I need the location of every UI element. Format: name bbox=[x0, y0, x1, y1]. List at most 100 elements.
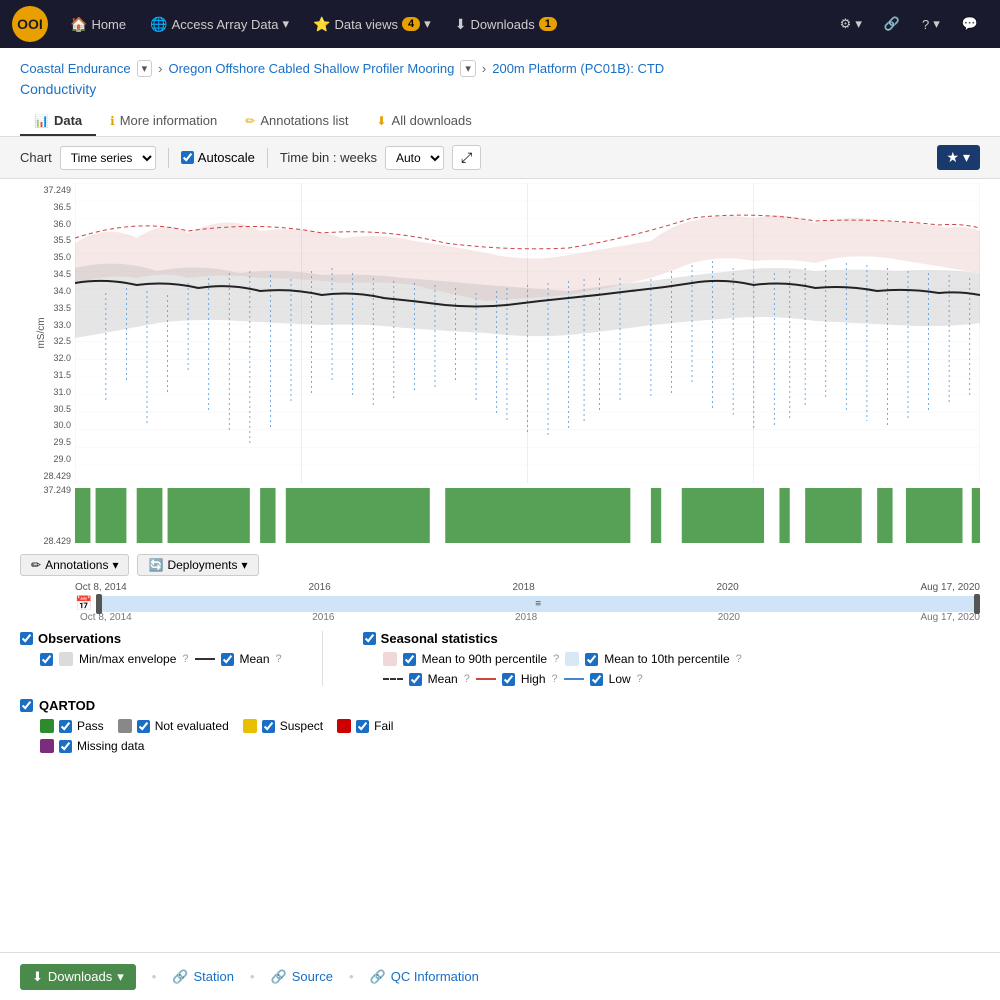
y-val-5: 35.0 bbox=[53, 252, 71, 262]
chart-type-select[interactable]: Time series bbox=[60, 146, 156, 170]
brand-text: OOI bbox=[17, 16, 43, 32]
data-tab-icon: 📊 bbox=[34, 114, 49, 128]
mean90-checkbox[interactable] bbox=[403, 653, 416, 666]
breadcrumb-coastal[interactable]: Coastal Endurance bbox=[20, 61, 131, 76]
breadcrumb-sep-1: › bbox=[158, 61, 162, 76]
fail-checkbox[interactable] bbox=[356, 720, 369, 733]
mean10-help[interactable]: ? bbox=[736, 653, 742, 665]
nav-settings[interactable]: ⚙▾ bbox=[830, 10, 872, 38]
tab-moreinfo-label: More information bbox=[120, 113, 218, 128]
tab-data[interactable]: 📊 Data bbox=[20, 107, 96, 136]
mean-obs-help[interactable]: ? bbox=[276, 653, 282, 665]
qc-link[interactable]: 🔗 QC Information bbox=[370, 969, 479, 985]
minmax-help[interactable]: ? bbox=[182, 653, 188, 665]
qartod-not-evaluated: Not evaluated bbox=[118, 719, 229, 733]
breadcrumb-mooring[interactable]: Oregon Offshore Cabled Shallow Profiler … bbox=[168, 61, 454, 76]
nav-data-views[interactable]: ⭐ Data views 4 ▾ bbox=[303, 10, 441, 39]
expand-button[interactable]: ⤢ bbox=[452, 145, 481, 170]
autoscale-checkbox[interactable] bbox=[181, 151, 194, 164]
tab-data-label: Data bbox=[54, 113, 82, 128]
ctrl-separator-2 bbox=[267, 148, 268, 168]
low-checkbox[interactable] bbox=[590, 673, 603, 686]
nav-help[interactable]: ?▾ bbox=[912, 10, 950, 38]
footer: ⬇ Downloads ▾ • 🔗 Station • 🔗 Source • 🔗… bbox=[0, 952, 1000, 1000]
annotations-button[interactable]: ✏ Annotations ▾ bbox=[20, 554, 129, 576]
downloads-button[interactable]: ⬇ Downloads ▾ bbox=[20, 964, 136, 990]
deployments-button[interactable]: 🔄 Deployments ▾ bbox=[137, 554, 258, 576]
observations-checkbox[interactable] bbox=[20, 632, 33, 645]
annot-btn-arrow: ▾ bbox=[112, 558, 118, 572]
brand-logo[interactable]: OOI bbox=[12, 6, 48, 42]
seasonal-section-title: Seasonal statistics bbox=[363, 631, 742, 646]
mooring-dropdown[interactable]: ▾ bbox=[460, 60, 476, 77]
deploy-btn-arrow: ▾ bbox=[241, 558, 247, 572]
slider-handle-right[interactable] bbox=[974, 594, 980, 614]
dl-tab-icon: ⬇ bbox=[376, 114, 386, 128]
tab-all-downloads[interactable]: ⬇ All downloads bbox=[362, 107, 485, 136]
nav-home[interactable]: 🏠 Home bbox=[60, 10, 136, 39]
mean-seas-help[interactable]: ? bbox=[464, 673, 470, 685]
qartod-suspect: Suspect bbox=[243, 719, 323, 733]
main-chart-container: 37.249 36.5 36.0 35.5 35.0 34.5 34.0 33.… bbox=[0, 183, 1000, 483]
high-help[interactable]: ? bbox=[552, 673, 558, 685]
obs-title-label: Observations bbox=[38, 631, 121, 646]
breadcrumb-sep-2: › bbox=[482, 61, 486, 76]
tab-annotations[interactable]: ✏ Annotations list bbox=[231, 107, 362, 136]
tab-more-info[interactable]: ℹ More information bbox=[96, 107, 231, 136]
y-val-top: 37.249 bbox=[43, 185, 71, 195]
pass-checkbox[interactable] bbox=[59, 720, 72, 733]
mean90-help[interactable]: ? bbox=[553, 653, 559, 665]
time-slider-area: 📅 ≡ bbox=[20, 595, 980, 612]
coastal-dropdown[interactable]: ▾ bbox=[137, 60, 153, 77]
qartod-section: QARTOD Pass Not evaluated Suspect Fail M… bbox=[0, 694, 1000, 761]
legend-area: Observations Min/max envelope ? Mean ? S… bbox=[0, 623, 1000, 694]
qartod-checkbox[interactable] bbox=[20, 699, 33, 712]
timebin-select[interactable]: Auto bbox=[385, 146, 444, 170]
nav-chat[interactable]: 💬 bbox=[952, 10, 988, 38]
y-val-3: 36.0 bbox=[53, 219, 71, 229]
time-bottom-2018: 2018 bbox=[515, 612, 537, 623]
minmax-swatch bbox=[59, 652, 73, 666]
dataviews-dropdown-icon: ▾ bbox=[424, 16, 431, 32]
mean10-checkbox[interactable] bbox=[585, 653, 598, 666]
nav-downloads[interactable]: ⬇ Downloads 1 bbox=[445, 10, 567, 39]
slider-middle-icon[interactable]: ≡ bbox=[96, 598, 980, 609]
station-link[interactable]: 🔗 Station bbox=[172, 969, 234, 985]
mean-obs-checkbox[interactable] bbox=[221, 653, 234, 666]
nav-access-array-data[interactable]: 🌐 Access Array Data ▾ bbox=[140, 10, 299, 39]
y-val-11: 32.0 bbox=[53, 353, 71, 363]
settings-icon: ⚙ bbox=[840, 16, 852, 32]
mean-seas-checkbox[interactable] bbox=[409, 673, 422, 686]
missing-checkbox[interactable] bbox=[59, 740, 72, 753]
source-link[interactable]: 🔗 Source bbox=[271, 969, 333, 985]
suspect-checkbox[interactable] bbox=[262, 720, 275, 733]
time-slider[interactable]: ≡ bbox=[96, 596, 980, 612]
time-2018-label: 2018 bbox=[512, 582, 534, 593]
low-help[interactable]: ? bbox=[637, 673, 643, 685]
calendar-icon[interactable]: 📅 bbox=[75, 595, 92, 612]
mean10-swatch bbox=[565, 652, 579, 666]
mean90-label: Mean to 90th percentile bbox=[422, 652, 547, 666]
nav-right-controls: ⚙▾ 🔗 ?▾ 💬 bbox=[830, 10, 988, 38]
mini-chart-plot[interactable] bbox=[75, 483, 980, 548]
nav-downloads-label: Downloads bbox=[470, 17, 534, 32]
low-line bbox=[564, 678, 584, 680]
high-checkbox[interactable] bbox=[502, 673, 515, 686]
nav-share[interactable]: 🔗 bbox=[874, 10, 910, 38]
star-icon: ⭐ bbox=[313, 16, 330, 33]
time-2016-label: 2016 bbox=[308, 582, 330, 593]
annot-tab-icon: ✏ bbox=[245, 114, 255, 128]
observations-legend: Observations Min/max envelope ? Mean ? bbox=[20, 631, 282, 686]
chart-plot[interactable] bbox=[75, 183, 980, 483]
ctrl-separator-1 bbox=[168, 148, 169, 168]
minmax-checkbox[interactable] bbox=[40, 653, 53, 666]
not-evaluated-checkbox[interactable] bbox=[137, 720, 150, 733]
deploy-btn-label: Deployments bbox=[167, 558, 237, 572]
seasonal-checkbox[interactable] bbox=[363, 632, 376, 645]
time-sublabels-bottom: Oct 8, 2014 2016 2018 2020 Aug 17, 2020 bbox=[20, 612, 980, 623]
mean-seas-label: Mean bbox=[428, 672, 458, 686]
favorite-button[interactable]: ★ ▾ bbox=[937, 145, 980, 170]
y-val-17: 29.0 bbox=[53, 454, 71, 464]
annotations-bar: ✏ Annotations ▾ 🔄 Deployments ▾ bbox=[0, 548, 1000, 582]
breadcrumb-platform[interactable]: 200m Platform (PC01B): CTD bbox=[492, 61, 664, 76]
